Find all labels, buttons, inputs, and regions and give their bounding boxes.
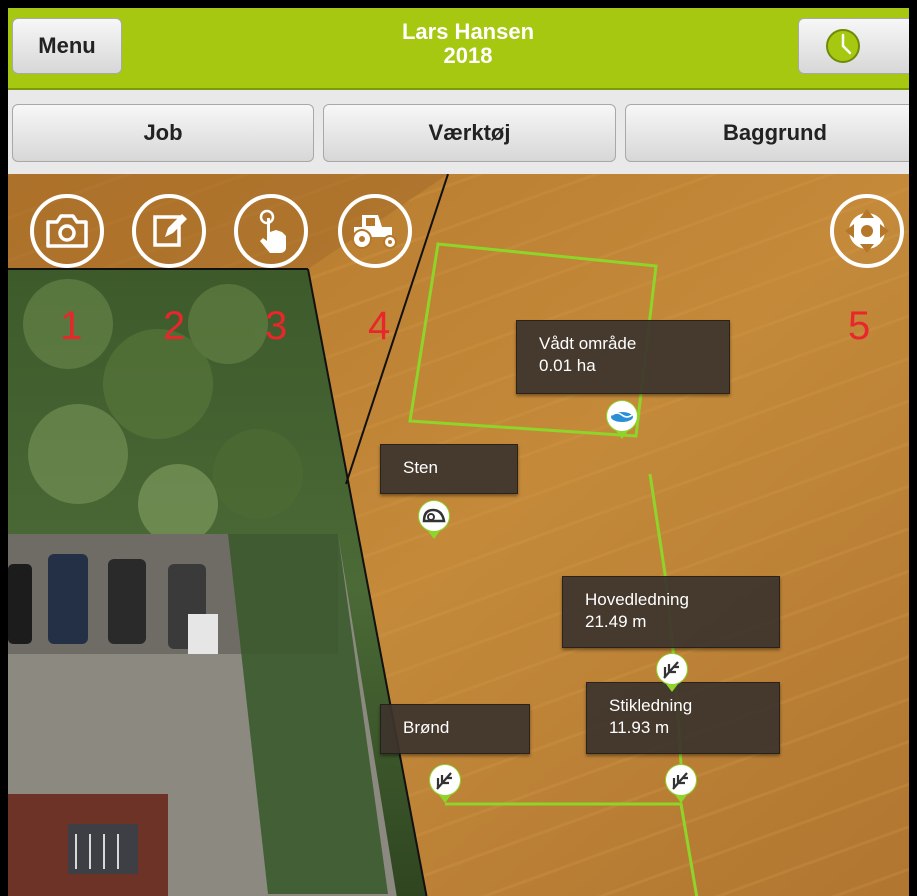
tab-bar: Job Værktøj Baggrund [8,90,909,175]
branch-drain-pin-icon[interactable] [663,762,699,804]
label-name: Sten [403,458,438,477]
tool-number-1: 1 [60,304,83,348]
tool-number-5: 5 [848,304,871,348]
locate-crosshair-icon[interactable] [830,194,904,268]
user-name: Lars Hansen [401,19,535,44]
clock-icon [825,28,861,64]
label-value: 21.49 m [585,612,647,631]
clock-button[interactable] [798,18,909,74]
drain-pin-icon[interactable] [654,651,690,693]
year-label: 2018 [443,43,493,68]
wet-area-pin-icon[interactable] [604,398,640,440]
tool-number-3: 3 [265,304,288,348]
tractor-icon[interactable] [338,194,412,268]
touch-hand-icon[interactable] [234,194,308,268]
well-pin-icon[interactable] [427,762,463,804]
label-value: 11.93 m [609,718,670,737]
header-bar: Menu Lars Hansen 2018 [8,8,909,90]
tool-number-4: 4 [368,304,391,348]
tab-baggrund[interactable]: Baggrund [625,104,909,162]
stone-pin-icon[interactable] [416,498,452,540]
camera-icon[interactable] [30,194,104,268]
label-brond[interactable]: Brønd [380,704,530,754]
label-name: Vådt område [539,334,637,353]
app-frame: Menu Lars Hansen 2018 Job Værktøj Baggru… [0,0,917,896]
map-view[interactable]: 1 2 3 4 5 Vådt område 0.01 ha Sten Hoved… [8,174,909,896]
menu-button[interactable]: Menu [12,18,122,74]
label-vadt-omrade[interactable]: Vådt område 0.01 ha [516,320,730,394]
label-sten[interactable]: Sten [380,444,518,494]
tool-number-2: 2 [163,304,186,348]
label-name: Stikledning [609,696,693,715]
tab-vaerktoej[interactable]: Værktøj [323,104,616,162]
page-title: Lars Hansen 2018 [338,20,598,68]
label-hovedledning[interactable]: Hovedledning 21.49 m [562,576,780,648]
label-value: 0.01 ha [539,356,596,375]
edit-note-icon[interactable] [132,194,206,268]
label-name: Hovedledning [585,590,689,609]
tab-job[interactable]: Job [12,104,314,162]
label-name: Brønd [403,718,450,737]
